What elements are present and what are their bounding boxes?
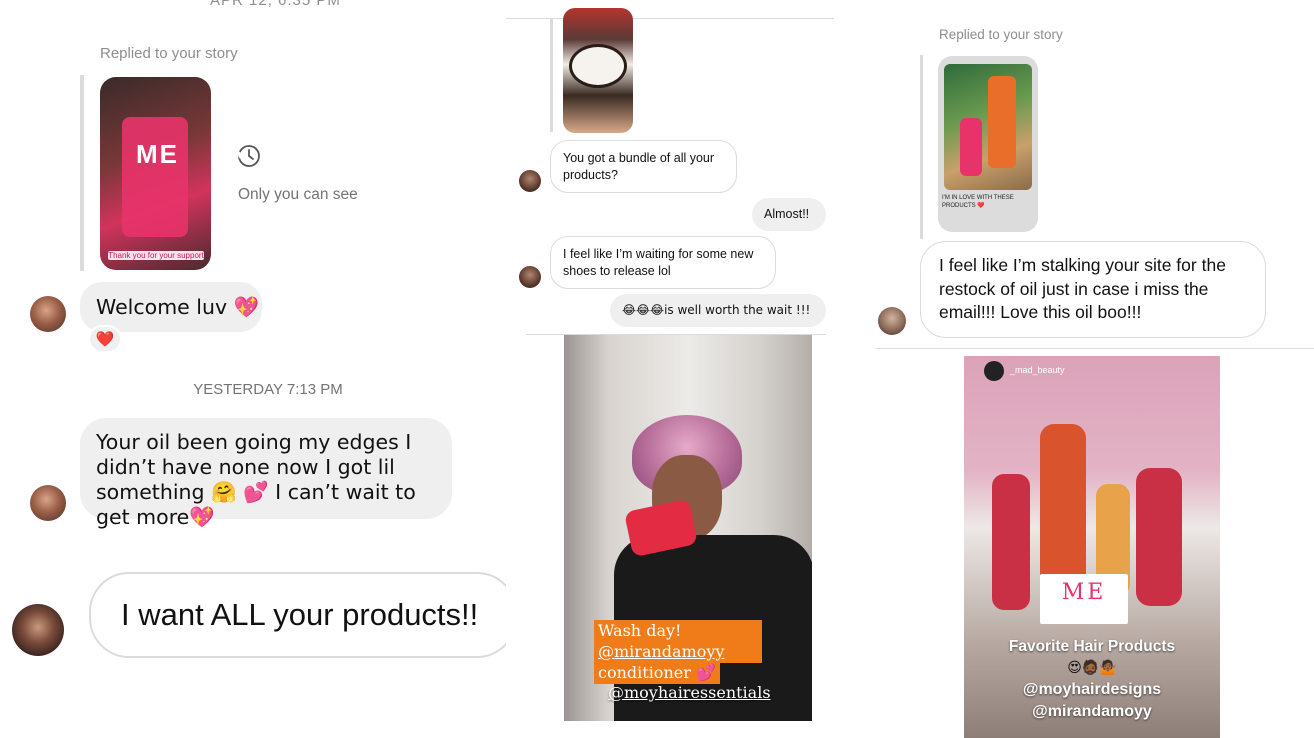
story-product-bottle: [122, 117, 188, 237]
avatar[interactable]: [519, 170, 541, 192]
story-reply-bar: [80, 75, 84, 271]
story-overlay-text: Thank you for your support: [108, 251, 204, 260]
brand-card-logo: ME: [1061, 580, 1107, 605]
story-thumbnail[interactable]: I'M IN LOVE WITH THESE PRODUCTS ❤️: [938, 56, 1038, 232]
message-bubble-stalking[interactable]: I feel like I’m stalking your site for t…: [920, 241, 1266, 338]
cream-jar: [569, 44, 627, 88]
story-reply-bar: [920, 55, 923, 239]
only-you-can-see: Only you can see: [238, 186, 358, 203]
story-username[interactable]: _mad_beauty: [1010, 365, 1065, 375]
story-caption-line3: conditioner 💕: [594, 662, 720, 684]
message-bubble-waiting[interactable]: I feel like I’m waiting for some new sho…: [550, 236, 776, 289]
brand-card: ME: [1040, 574, 1128, 624]
shared-story-products[interactable]: _mad_beauty ME Favorite Hair Products 😍🧔…: [964, 356, 1220, 738]
message-bubble-oil[interactable]: Your oil been going my edges I didn’t ha…: [80, 418, 452, 529]
avatar[interactable]: [30, 296, 66, 332]
story-user-avatar: [984, 361, 1004, 381]
story-brand-mark: ME: [136, 139, 179, 169]
story-reply-bar: [550, 18, 553, 132]
middle-conversation-panel: You got a bundle of all your products? A…: [506, 0, 834, 738]
story-tag-1[interactable]: @moyhairdesigns: [964, 681, 1220, 699]
message-bubble-worth-wait[interactable]: 😂😂😂is well worth the wait !!!: [610, 294, 826, 327]
story-bottle-pink: [960, 118, 982, 176]
right-conversation-panel: Replied to your story I'M IN LOVE WITH T…: [866, 0, 1314, 738]
story-thumbnail[interactable]: [563, 8, 633, 133]
replied-label: Replied to your story: [939, 27, 1063, 42]
avatar[interactable]: [519, 266, 541, 288]
story-caption-line1: Wash day! Featuring: [594, 620, 762, 662]
story-caption-line2: @mirandamoyy deep: [594, 641, 762, 683]
divider: [876, 348, 1314, 349]
story-emojis: 😍🧔🏾🤷🏾: [1067, 660, 1117, 676]
product-bottle-4: [1136, 468, 1182, 606]
product-bottle-1: [992, 474, 1030, 610]
avatar[interactable]: [30, 485, 66, 521]
story-tag-2[interactable]: @mirandamoyy: [964, 703, 1220, 721]
story-bottle-orange: [988, 76, 1016, 168]
replied-label: Replied to your story: [100, 45, 238, 62]
message-bubble-all-products[interactable]: I want ALL your products!!: [89, 572, 506, 658]
story-thumbnail[interactable]: ME Thank you for your support: [100, 77, 211, 270]
message-bubble-almost[interactable]: Almost!!: [752, 198, 826, 231]
timestamp-yesterday: YESTERDAY 7:13 PM: [193, 381, 343, 398]
top-divider: [506, 18, 834, 19]
avatar[interactable]: [12, 604, 64, 656]
partial-timestamp: APR 12, 6:35 PM: [210, 0, 341, 9]
heart-reaction-icon[interactable]: ❤️: [88, 325, 122, 353]
shared-story-video[interactable]: Wash day! Featuring @mirandamoyy deep co…: [564, 335, 812, 721]
story-small-caption: I'M IN LOVE WITH THESE PRODUCTS ❤️: [942, 195, 1014, 209]
left-conversation-panel: APR 12, 6:35 PM Replied to your story ME…: [0, 0, 506, 738]
message-bubble-bundle[interactable]: You got a bundle of all your products?: [550, 140, 737, 193]
history-icon: [236, 143, 262, 169]
story-caption-tag[interactable]: @moyhairessentials: [608, 683, 771, 702]
avatar[interactable]: [878, 307, 906, 335]
story-title: Favorite Hair Products: [1008, 638, 1176, 655]
